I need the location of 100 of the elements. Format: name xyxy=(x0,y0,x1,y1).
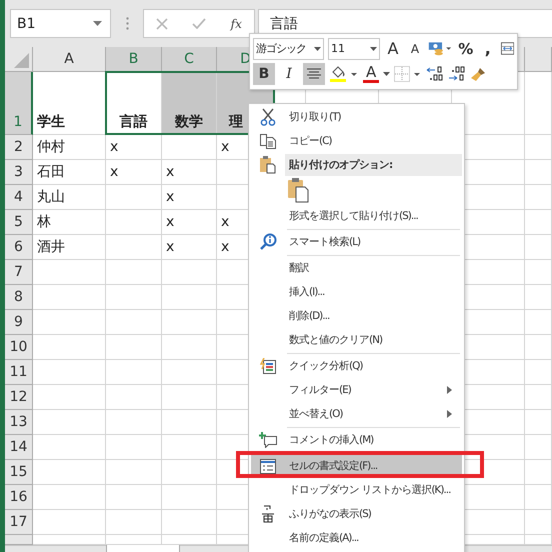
table-cell xyxy=(525,485,552,510)
table-cell xyxy=(525,235,552,260)
table-cell xyxy=(106,185,162,210)
table-cell: x xyxy=(162,160,217,185)
table-cell xyxy=(162,135,217,160)
table-cell: x xyxy=(162,235,217,260)
table-cell: 仲村 xyxy=(33,135,106,160)
align-center-icon xyxy=(307,68,321,80)
menu-item[interactable]: 削除(D)... xyxy=(251,304,462,328)
merge-cells-icon[interactable] xyxy=(500,41,514,56)
italic-button[interactable]: I xyxy=(279,63,299,86)
font-color-button[interactable]: A xyxy=(363,65,380,84)
table-cell xyxy=(106,435,162,460)
copy-icon xyxy=(260,134,276,148)
insert-function-button[interactable]: fx xyxy=(230,16,242,30)
table-cell: x xyxy=(162,210,217,235)
table-cell xyxy=(525,385,552,410)
table-cell: 数学 xyxy=(162,72,217,135)
row-header[interactable]: 4 xyxy=(5,185,33,210)
clipboard-icon xyxy=(260,156,276,174)
paste-icon[interactable] xyxy=(287,177,309,203)
row-header[interactable]: 17 xyxy=(5,510,33,535)
row-header[interactable]: 16 xyxy=(5,485,33,510)
row-header[interactable]: 5 xyxy=(5,210,33,235)
bold-button[interactable]: B xyxy=(253,63,275,86)
menu-item[interactable]: 名前の定義(A)... xyxy=(251,526,462,550)
table-cell xyxy=(525,135,552,160)
table-cell xyxy=(525,410,552,435)
menu-item[interactable]: 挿入(I)... xyxy=(251,280,462,304)
table-cell xyxy=(106,310,162,335)
table-cell xyxy=(525,285,552,310)
row-header[interactable]: 7 xyxy=(5,260,33,285)
more-icon xyxy=(126,17,129,30)
table-cell xyxy=(525,185,552,210)
menu-item[interactable]: コメントの挿入(M) xyxy=(251,428,462,452)
table-cell xyxy=(525,510,552,535)
dropdown-icon[interactable] xyxy=(383,72,390,76)
row-header[interactable]: 1 xyxy=(5,72,33,135)
menu-item[interactable]: クイック分析(Q) xyxy=(251,354,462,378)
table-cell xyxy=(525,460,552,485)
submenu-arrow-icon xyxy=(447,386,452,394)
font-name-box[interactable]: 游ゴシック xyxy=(253,38,324,60)
quick-analysis-icon xyxy=(260,358,276,374)
dropdown-icon xyxy=(93,21,102,26)
row-header[interactable]: 6 xyxy=(5,235,33,260)
row-header[interactable]: 3 xyxy=(5,160,33,185)
submenu-arrow-icon xyxy=(447,410,452,418)
column-header[interactable]: B xyxy=(106,47,162,72)
table-cell xyxy=(106,235,162,260)
table-cell xyxy=(106,360,162,385)
check-icon[interactable] xyxy=(192,18,206,29)
format-cells-icon xyxy=(260,458,276,474)
table-cell: x xyxy=(162,185,217,210)
decrease-decimal-icon[interactable] xyxy=(448,66,466,82)
table-cell xyxy=(106,285,162,310)
increase-decimal-icon[interactable] xyxy=(426,66,444,82)
table-cell xyxy=(525,72,552,135)
fill-color-icon[interactable] xyxy=(329,65,359,84)
table-cell xyxy=(525,335,552,360)
menu-item[interactable]: ドロップダウン リストから選択(K)... xyxy=(251,478,462,502)
currency-icon[interactable] xyxy=(428,40,453,58)
row-header[interactable]: 8 xyxy=(5,285,33,310)
row-header[interactable]: 15 xyxy=(5,460,33,485)
menu-item[interactable]: フィルター(E) xyxy=(251,378,462,402)
info-search-icon xyxy=(259,233,277,251)
comma-button[interactable]: , xyxy=(478,38,497,60)
menu-item[interactable]: 並べ替え(O) xyxy=(251,402,462,426)
table-cell xyxy=(525,160,552,185)
table-cell xyxy=(525,310,552,335)
row-header[interactable]: 9 xyxy=(5,310,33,335)
center-button[interactable] xyxy=(303,63,325,86)
new-comment-icon xyxy=(259,432,277,448)
row-header[interactable]: 12 xyxy=(5,385,33,410)
row-header[interactable]: 11 xyxy=(5,360,33,385)
table-cell xyxy=(106,510,162,535)
scissors-icon xyxy=(260,108,276,126)
table-cell xyxy=(106,335,162,360)
percent-button[interactable]: % xyxy=(456,38,475,60)
row-header[interactable]: 13 xyxy=(5,410,33,435)
table-cell xyxy=(106,210,162,235)
column-header[interactable]: A xyxy=(33,47,106,72)
table-cell: x xyxy=(106,135,162,160)
table-cell xyxy=(525,435,552,460)
table-cell xyxy=(525,210,552,235)
table-cell: 丸山 xyxy=(33,185,106,210)
row-header[interactable]: 10 xyxy=(5,335,33,360)
name-box[interactable]: B1 xyxy=(10,9,111,38)
row-header[interactable]: 14 xyxy=(5,435,33,460)
menu-item[interactable]: 数式と値のクリア(N) xyxy=(251,328,462,352)
table-cell xyxy=(106,385,162,410)
table-cell: 石田 xyxy=(33,160,106,185)
row-header[interactable]: 2 xyxy=(5,135,33,160)
decrease-font-button[interactable]: A xyxy=(406,38,424,60)
furigana-icon xyxy=(261,505,275,523)
font-size-box[interactable]: 11 xyxy=(328,38,380,60)
column-header[interactable]: C xyxy=(162,47,217,72)
table-cell xyxy=(106,460,162,485)
increase-font-button[interactable]: A xyxy=(384,38,402,60)
menu-item[interactable]: ふりがなの表示(S) xyxy=(251,502,462,526)
table-cell: 酒井 xyxy=(33,235,106,260)
